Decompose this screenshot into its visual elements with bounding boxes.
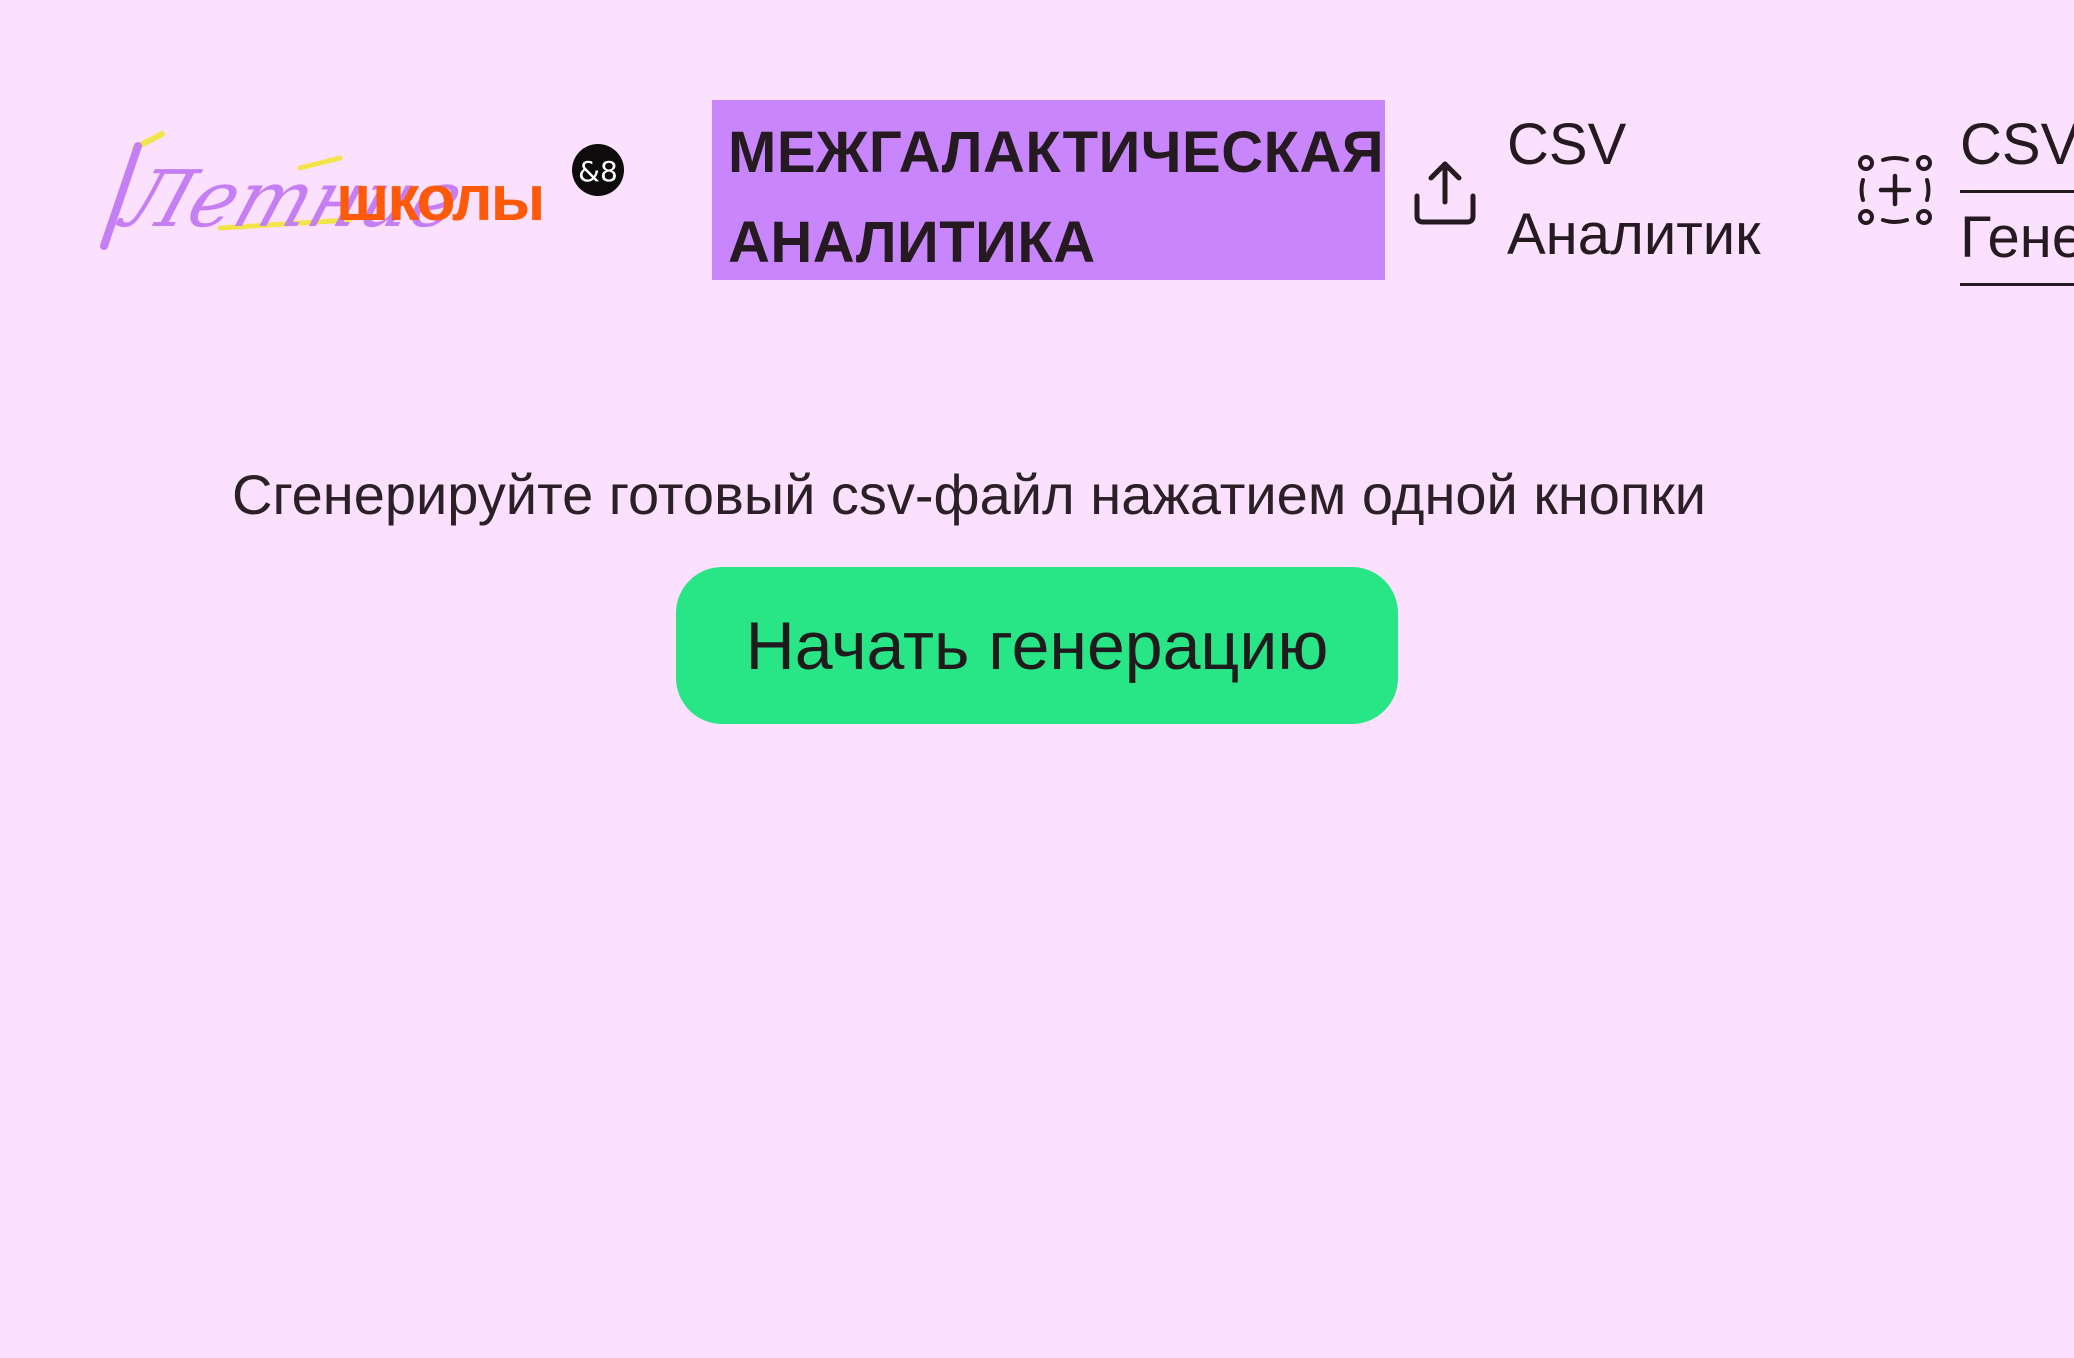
page-subtitle: Сгенерируйте готовый csv-файл нажатием о… [232,463,1707,526]
brand-title-line1: МЕЖГАЛАКТИЧЕСКАЯ [728,120,1385,185]
header: Летние школы &8 МЕЖГАЛАКТИЧЕСКАЯ АНАЛИТИ… [0,0,2074,300]
nav-csv-generator-line2: Генератор [1960,193,2074,286]
logo[interactable]: Летние школы &8 [100,128,640,258]
nav-csv-generator-line1: CSV [1960,100,2074,193]
logo-bold-text: школы [336,162,543,234]
logo-graphic: Летние школы &8 [100,131,624,250]
brand-title-line2: АНАЛИТИКА [728,210,1096,275]
brand-title[interactable]: МЕЖГАЛАКТИЧЕСКАЯ АНАЛИТИКА [712,100,1385,280]
nav-csv-analyst-line2: Аналитик [1507,202,1761,267]
add-frame-icon [1855,150,1935,230]
nav-csv-analyst-line1: CSV [1507,112,1627,177]
upload-icon [1405,150,1485,230]
start-generation-button[interactable]: Начать генерацию [676,567,1398,724]
logo-badge-text: &8 [578,155,618,188]
nav-csv-analyst[interactable]: CSV Аналитик [1405,100,1805,280]
nav-csv-generator[interactable]: CSV Генератор [1855,100,2074,286]
nav-csv-generator-label: CSV Генератор [1960,100,2074,286]
nav-csv-analyst-label: CSV Аналитик [1507,100,1761,280]
